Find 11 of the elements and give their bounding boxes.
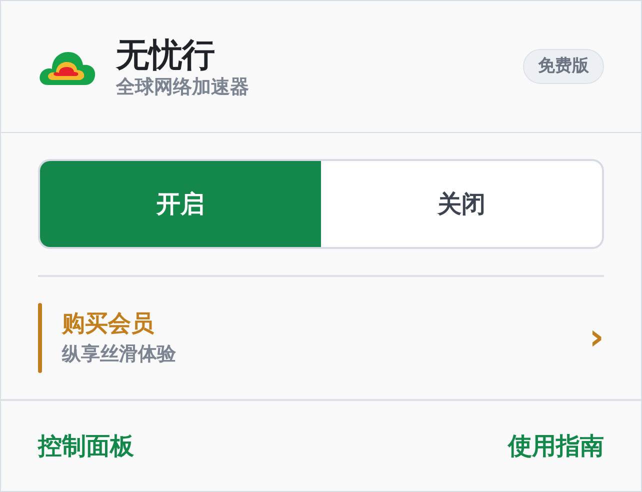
membership-accent-bar <box>38 303 42 373</box>
footer-link[interactable]: 控制面板 <box>38 428 134 464</box>
footer-link[interactable]: 使用指南 <box>508 428 604 464</box>
app-subtitle: 全球网络加速器 <box>116 74 249 98</box>
plan-badge: 免费版 <box>523 48 604 84</box>
toggle-option[interactable]: 开启 <box>40 161 321 247</box>
chevron-icon[interactable]: › <box>589 320 604 356</box>
app-title: 无忧行 <box>116 34 216 74</box>
promo-title[interactable]: 购买会员 <box>62 308 176 340</box>
promo-subtitle: 纵享丝滑体验 <box>62 342 176 367</box>
toggle-option[interactable]: 关闭 <box>321 161 602 247</box>
